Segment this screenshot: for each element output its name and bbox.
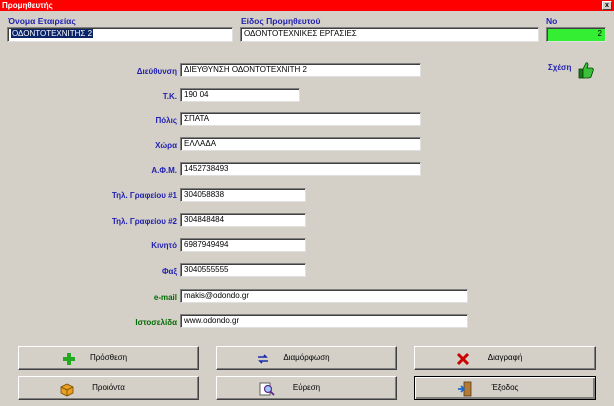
fax-field[interactable]: 3040555555	[180, 263, 306, 277]
country-label: Χώρα	[155, 141, 177, 150]
zip-label: Τ.Κ.	[162, 92, 177, 101]
supplier-type-label: Είδος Προμηθευτού	[241, 16, 321, 26]
mobile-field[interactable]: 6987949494	[180, 238, 306, 252]
country-field[interactable]: ΕΛΛΑΔΑ	[180, 137, 421, 151]
email-field[interactable]: makis@odondo.gr	[180, 289, 468, 303]
company-name-label: Όνομα Εταιρείας	[8, 16, 76, 26]
number-label: Νο	[546, 16, 558, 26]
find-button[interactable]: Εύρεση	[216, 376, 397, 400]
address-label: Διεύθυνση	[136, 67, 177, 76]
title-bar: Προμηθευτής x	[0, 0, 614, 11]
close-button[interactable]: x	[602, 1, 612, 10]
city-label: Πόλις	[155, 116, 178, 125]
city-field[interactable]: ΣΠΑΤΑ	[180, 112, 421, 126]
edit-button[interactable]: Διαμόρφωση	[216, 346, 397, 370]
number-field[interactable]: 2	[546, 27, 606, 42]
exit-button[interactable]: Έξοδος	[414, 376, 596, 400]
address-field[interactable]: ΔΙΕΥΘΥΝΣΗ ΟΔΟΝΤΟΤΕΧΝΙΤΗ 2	[180, 63, 421, 77]
office-phone-1-field[interactable]: 304058838	[180, 188, 306, 202]
fax-label: Φαξ	[161, 267, 177, 276]
office-phone-1-label: Τηλ. Γραφείου #1	[111, 191, 177, 200]
office-phone-2-field[interactable]: 304848484	[180, 213, 306, 227]
tax-id-field[interactable]: 1452738493	[180, 162, 421, 176]
company-name-field[interactable]: ΟΔΟΝΤΟΤΕΧΝΙΤΗΣ 2	[7, 27, 233, 42]
website-label: Ιστοσελίδα	[135, 318, 177, 327]
mobile-label: Κινητό	[151, 241, 177, 250]
supplier-type-field[interactable]: ΟΔΟΝΤΟΤΕΧΝΙΚΕΣ ΕΡΓΑΣΙΕΣ	[240, 27, 539, 42]
zip-field[interactable]: 190 04	[180, 88, 300, 102]
thumbs-up-icon[interactable]	[575, 60, 595, 80]
website-field[interactable]: www.odondo.gr	[180, 314, 468, 328]
tax-id-label: Α.Φ.Μ.	[151, 166, 177, 175]
close-icon: x	[605, 2, 609, 9]
add-button[interactable]: Πρόσθεση	[18, 346, 199, 370]
email-label: e-mail	[153, 293, 177, 302]
delete-button[interactable]: Διαγραφή	[414, 346, 596, 370]
office-phone-2-label: Τηλ. Γραφείου #2	[111, 217, 177, 226]
products-button[interactable]: Προιόντα	[18, 376, 199, 400]
window-title: Προμηθευτής	[2, 1, 53, 10]
relation-label: Σχέση	[548, 63, 572, 72]
